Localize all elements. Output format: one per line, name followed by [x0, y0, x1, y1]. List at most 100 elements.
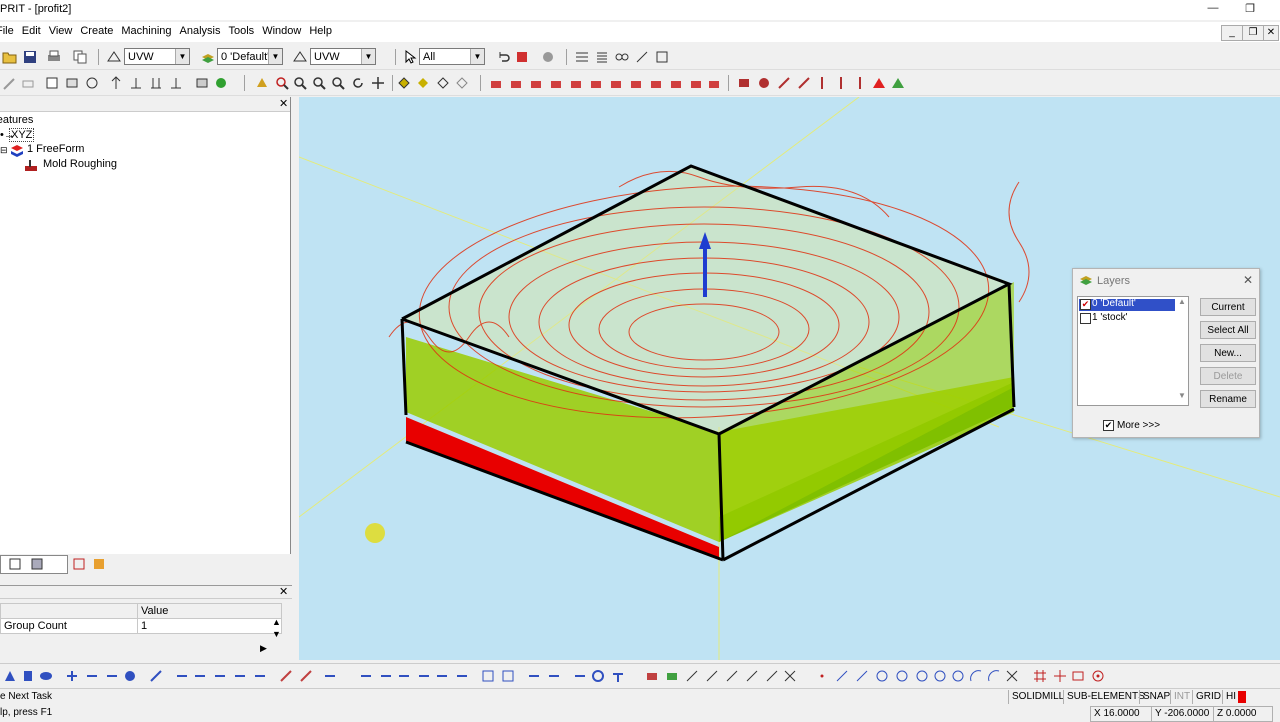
bottom-tool-11-icon[interactable] — [212, 668, 228, 684]
menu-analysis[interactable]: Analysis — [176, 22, 225, 40]
mode-grid[interactable]: GRID — [1192, 690, 1224, 704]
bottom-tool-12-icon[interactable] — [232, 668, 248, 684]
arc3-icon[interactable] — [914, 668, 930, 684]
zoom-out-icon[interactable] — [292, 75, 308, 91]
props-scroll-up-icon[interactable]: ▲ — [272, 617, 281, 627]
view-top-icon[interactable] — [508, 75, 524, 91]
cross-icon[interactable] — [1052, 668, 1068, 684]
bottom-tool-24-icon[interactable] — [500, 668, 516, 684]
bottom-tool-15-icon[interactable] — [298, 668, 314, 684]
view-custom2-icon[interactable] — [706, 75, 722, 91]
hidden-view-icon[interactable] — [454, 75, 470, 91]
simulate-icon[interactable] — [736, 75, 752, 91]
new-layer-button[interactable]: New... — [1200, 344, 1256, 362]
more-checkbox[interactable]: ✔ — [1103, 420, 1114, 431]
mdi-minimize-button[interactable]: _ — [1221, 25, 1243, 41]
tree-item-xyz[interactable]: XYZ — [9, 128, 35, 142]
zoom-all-icon[interactable] — [330, 75, 346, 91]
glasses-icon[interactable] — [614, 49, 630, 65]
prop-value[interactable]: 1 — [137, 618, 282, 634]
mode-hi[interactable]: HI — [1222, 690, 1239, 704]
arc4-icon[interactable] — [932, 668, 948, 684]
bottom-tool-23-icon[interactable] — [480, 668, 496, 684]
filter-combo[interactable]: All ▼ — [419, 48, 485, 65]
bottom-tool-6-icon[interactable] — [104, 668, 120, 684]
bottom-tool-30-icon[interactable] — [644, 668, 660, 684]
scale-icon[interactable] — [654, 49, 670, 65]
tab-cut-icon[interactable] — [72, 557, 86, 571]
fillet-icon[interactable] — [1004, 668, 1020, 684]
open-file-icon[interactable] — [2, 49, 18, 65]
grid-icon[interactable] — [1032, 668, 1048, 684]
dimension-icon[interactable] — [634, 49, 650, 65]
bottom-tool-28-icon[interactable] — [590, 668, 606, 684]
menu-window[interactable]: Window — [258, 22, 305, 40]
rect-icon[interactable] — [1070, 668, 1086, 684]
menu-machining[interactable]: Machining — [117, 22, 175, 40]
bottom-tool-19-icon[interactable] — [396, 668, 412, 684]
menu-tools[interactable]: Tools — [225, 22, 259, 40]
bottom-tool-26-icon[interactable] — [546, 668, 562, 684]
workplane-icon[interactable] — [106, 49, 122, 65]
tree-icon[interactable] — [108, 75, 124, 91]
zoom-in-icon[interactable] — [274, 75, 290, 91]
expand-icon[interactable]: ⊟ — [0, 145, 8, 156]
open-part-icon[interactable] — [194, 75, 210, 91]
layers-scroll-up-icon[interactable]: ▲ — [1178, 297, 1186, 306]
line-icon[interactable] — [834, 668, 850, 684]
menu-edit[interactable]: Edit — [18, 22, 45, 40]
bottom-tool-36-icon[interactable] — [764, 668, 780, 684]
layer-0-label[interactable]: 0 'Default' — [1092, 298, 1136, 309]
tab-tool-icon[interactable] — [30, 557, 44, 571]
mdi-restore-button[interactable]: ❐ — [1242, 25, 1264, 41]
menu-help[interactable]: Help — [305, 22, 336, 40]
bottom-tool-8-icon[interactable] — [148, 668, 164, 684]
view-cpl-icon[interactable] — [648, 75, 664, 91]
bottom-tool-1-icon[interactable] — [2, 668, 18, 684]
bottom-tool-29-icon[interactable] — [610, 668, 626, 684]
layers-list[interactable]: ✔ 0 'Default' 1 'stock' ▲ ▼ — [1077, 296, 1189, 406]
solid-view-icon[interactable] — [396, 75, 412, 91]
bottom-tool-13-icon[interactable] — [252, 668, 268, 684]
bottom-tool-32-icon[interactable] — [684, 668, 700, 684]
layer-1-checkbox[interactable] — [1080, 313, 1091, 324]
current-button[interactable]: Current — [1200, 298, 1256, 316]
print-icon[interactable] — [46, 49, 62, 65]
point-icon[interactable] — [814, 668, 830, 684]
mode-snap[interactable]: SNAP — [1139, 690, 1173, 704]
layers-close-icon[interactable]: ✕ — [1243, 273, 1253, 287]
view-tool-icon[interactable] — [628, 75, 644, 91]
restore-button[interactable]: ❐ — [1240, 2, 1260, 16]
bottom-tool-35-icon[interactable] — [744, 668, 760, 684]
bottom-tool-10-icon[interactable] — [192, 668, 208, 684]
list-icon[interactable] — [574, 49, 590, 65]
bottom-tool-16-icon[interactable] — [322, 668, 338, 684]
tool-icon[interactable] — [814, 75, 830, 91]
select-cursor-icon[interactable] — [402, 49, 418, 65]
mode-sub-elements[interactable]: SUB-ELEMENTS — [1063, 690, 1148, 704]
tree4-icon[interactable] — [168, 75, 184, 91]
minimize-button[interactable]: — — [1203, 2, 1223, 16]
workplane-combo[interactable]: UVW ▼ — [124, 48, 190, 65]
circle-target-icon[interactable] — [1090, 668, 1106, 684]
bottom-tool-18-icon[interactable] — [378, 668, 394, 684]
stop-icon[interactable] — [540, 49, 556, 65]
tree-close-icon[interactable]: ✕ — [279, 97, 288, 110]
menu-create[interactable]: Create — [76, 22, 117, 40]
bottom-tool-17-icon[interactable] — [358, 668, 374, 684]
bottom-tool-37-icon[interactable] — [782, 668, 798, 684]
arc-icon[interactable] — [874, 668, 890, 684]
copy-icon[interactable] — [72, 49, 88, 65]
toolpath-icon[interactable] — [776, 75, 792, 91]
bottom-tool-9-icon[interactable] — [174, 668, 190, 684]
undo-icon[interactable] — [496, 49, 512, 65]
mdi-close-button[interactable]: ✕ — [1263, 25, 1279, 41]
view-left-icon[interactable] — [568, 75, 584, 91]
bottom-tool-34-icon[interactable] — [724, 668, 740, 684]
bottom-tool-14-icon[interactable] — [278, 668, 294, 684]
bottom-tool-7-icon[interactable] — [122, 668, 138, 684]
bottom-tool-27-icon[interactable] — [572, 668, 588, 684]
bottom-tool-22-icon[interactable] — [454, 668, 470, 684]
bottom-tool-5-icon[interactable] — [84, 668, 100, 684]
wire-view-icon[interactable] — [435, 75, 451, 91]
